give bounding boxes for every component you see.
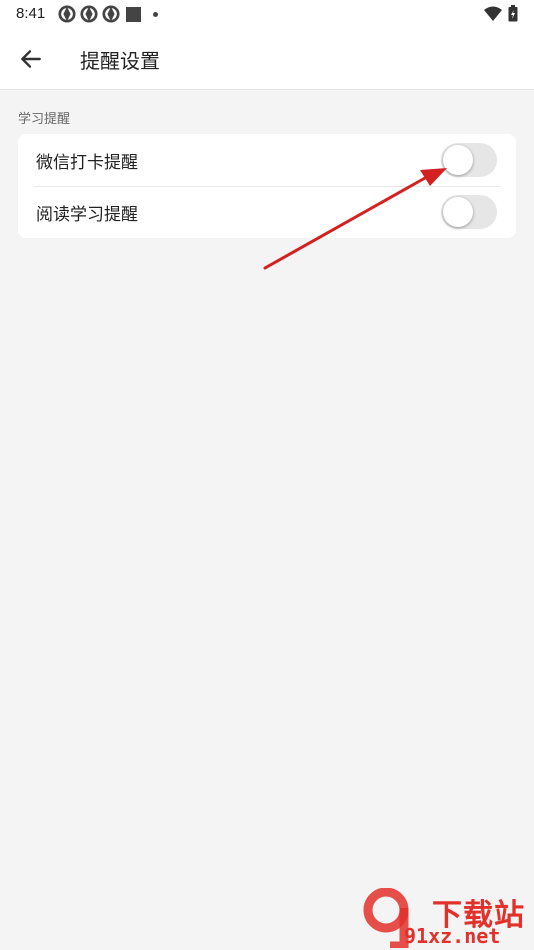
square-icon [126,6,141,22]
setting-label: 微信打卡提醒 [36,153,138,173]
settings-card: 微信打卡提醒 阅读学习提醒 [18,134,516,238]
setting-label: 阅读学习提醒 [36,205,138,225]
wechat-checkin-toggle[interactable] [441,143,497,177]
app-bar: 提醒设置 [0,28,534,90]
battery-icon [508,5,518,22]
reading-study-toggle[interactable] [441,195,497,229]
watermark-domain: 91xz.net [404,924,501,948]
section-header: 学习提醒 [18,112,71,127]
switch-thumb [443,145,473,175]
page-title: 提醒设置 [80,49,160,73]
status-bar: 8:41 [0,0,534,28]
wifi-icon [484,6,502,21]
aperture-icon [58,5,76,23]
switch-thumb [443,197,473,227]
status-time: 8:41 [16,5,46,22]
arrow-left-icon[interactable] [18,46,44,72]
notification-icons [58,5,158,23]
dot-icon [153,11,158,17]
aperture-icon [80,5,98,23]
system-icons [484,5,518,22]
watermark: 下载站 91xz.net [360,888,530,948]
setting-row-reading-study[interactable]: 阅读学习提醒 [18,186,516,238]
aperture-icon [102,5,120,23]
setting-row-wechat-checkin[interactable]: 微信打卡提醒 [18,134,516,186]
